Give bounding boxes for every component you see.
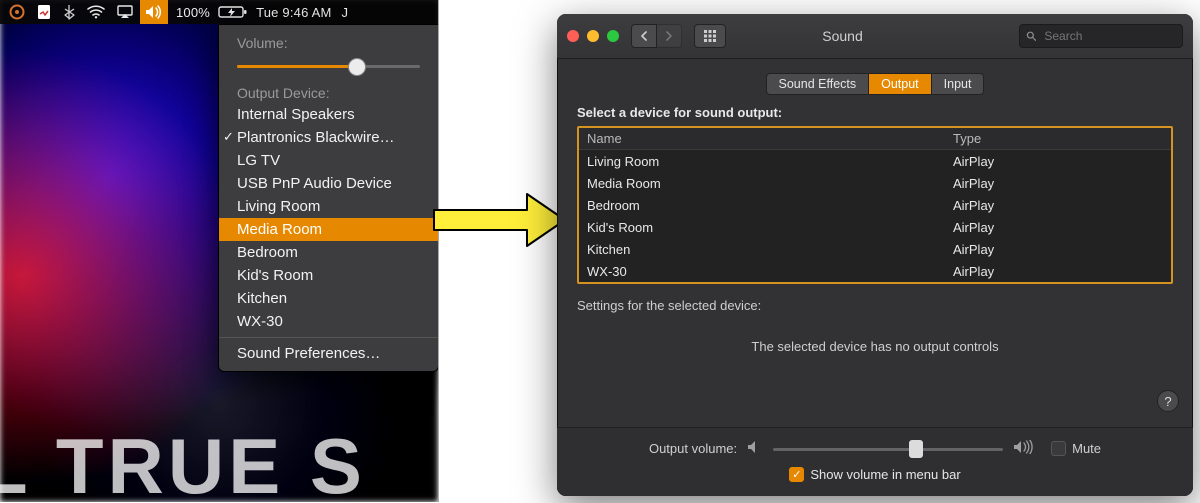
select-device-label: Select a device for sound output: — [577, 105, 1173, 120]
prefs-tabs: Sound EffectsOutputInput — [557, 73, 1193, 95]
device-type-cell: AirPlay — [945, 260, 1171, 282]
menu-device-item[interactable]: LG TV — [219, 149, 438, 172]
device-type-cell: AirPlay — [945, 172, 1171, 194]
menu-device-item[interactable]: Bedroom — [219, 241, 438, 264]
battery-percent[interactable]: 100% — [170, 5, 216, 20]
table-row[interactable]: Media RoomAirPlay — [579, 172, 1171, 194]
settings-for-device-label: Settings for the selected device: — [577, 298, 1173, 313]
bluetooth-icon[interactable] — [58, 0, 80, 24]
volume-high-icon — [1013, 440, 1033, 457]
window-titlebar: Sound — [557, 14, 1193, 59]
menubar: 100% Tue 9:46 AM J — [0, 0, 438, 24]
device-type-cell: AirPlay — [945, 238, 1171, 260]
wifi-icon[interactable] — [82, 0, 110, 24]
device-name-cell: Bedroom — [579, 194, 945, 216]
menu-device-item[interactable]: WX-30 — [219, 310, 438, 333]
output-volume-label: Output volume: — [649, 441, 737, 456]
device-name-cell: WX-30 — [579, 260, 945, 282]
window-zoom-button[interactable] — [607, 30, 619, 42]
search-icon — [1026, 30, 1036, 42]
volume-label: Volume: — [219, 33, 438, 53]
table-row[interactable]: Living RoomAirPlay — [579, 150, 1171, 172]
table-row[interactable]: KitchenAirPlay — [579, 238, 1171, 260]
menu-device-item[interactable]: Living Room — [219, 195, 438, 218]
menu-device-item[interactable]: Plantronics Blackwire… — [219, 126, 438, 149]
table-row[interactable]: WX-30AirPlay — [579, 260, 1171, 282]
tab-input[interactable]: Input — [932, 73, 985, 95]
sound-prefs-window: Sound Sound EffectsOutputInput Select a … — [557, 14, 1193, 496]
nav-forward-button[interactable] — [657, 24, 682, 48]
volume-low-icon — [747, 440, 763, 457]
desktop-region: L TRUE S 100% Tue 9:46 AM J Volume: — [0, 0, 439, 502]
arrow-annotation — [432, 190, 567, 250]
sound-preferences-item[interactable]: Sound Preferences… — [219, 342, 438, 365]
output-device-label: Output Device: — [219, 83, 438, 103]
help-button[interactable]: ? — [1157, 390, 1179, 412]
output-volume-slider[interactable] — [773, 442, 1003, 456]
menu-volume-slider[interactable] — [237, 59, 420, 73]
toolbar-search[interactable] — [1019, 24, 1183, 48]
device-type-cell: AirPlay — [945, 150, 1171, 172]
menu-device-item[interactable]: Kid's Room — [219, 264, 438, 287]
menubar-clock[interactable]: Tue 9:46 AM — [250, 5, 337, 20]
menu-device-item[interactable]: Kitchen — [219, 287, 438, 310]
window-title: Sound — [678, 28, 1007, 44]
wallpaper-text: L TRUE S — [0, 421, 366, 502]
device-name-cell: Kid's Room — [579, 216, 945, 238]
device-type-cell: AirPlay — [945, 194, 1171, 216]
device-name-cell: Media Room — [579, 172, 945, 194]
device-name-cell: Living Room — [579, 150, 945, 172]
volume-menu: Volume: Output Device: Internal Speakers… — [218, 24, 439, 372]
device-type-cell: AirPlay — [945, 216, 1171, 238]
tab-output[interactable]: Output — [869, 73, 932, 95]
tab-sound-effects[interactable]: Sound Effects — [766, 73, 870, 95]
menu-device-item[interactable]: Media Room — [219, 218, 438, 241]
menu-device-item[interactable]: Internal Speakers — [219, 103, 438, 126]
show-volume-menubar-label: Show volume in menu bar — [810, 467, 960, 482]
airplay-icon[interactable] — [112, 0, 138, 24]
column-name-header[interactable]: Name — [579, 128, 945, 149]
output-device-table: Name Type Living RoomAirPlayMedia RoomAi… — [577, 126, 1173, 284]
battery-charging-icon[interactable] — [218, 0, 248, 24]
prefs-footer: Output volume: Mute ✓ Show volume in men… — [557, 427, 1193, 496]
column-type-header[interactable]: Type — [945, 128, 1171, 149]
show-volume-menubar-checkbox[interactable]: ✓ Show volume in menu bar — [789, 467, 960, 482]
search-input[interactable] — [1042, 28, 1176, 44]
menubar-user-initial[interactable]: J — [340, 5, 355, 20]
menu-separator — [219, 337, 438, 338]
table-row[interactable]: BedroomAirPlay — [579, 194, 1171, 216]
nav-back-button[interactable] — [631, 24, 657, 48]
mute-label: Mute — [1072, 441, 1101, 456]
volume-menubar-icon[interactable] — [140, 0, 168, 24]
table-row[interactable]: Kid's RoomAirPlay — [579, 216, 1171, 238]
window-minimize-button[interactable] — [587, 30, 599, 42]
window-close-button[interactable] — [567, 30, 579, 42]
no-output-controls-text: The selected device has no output contro… — [577, 339, 1173, 354]
mute-checkbox[interactable]: Mute — [1051, 441, 1101, 456]
menubar-app-icon[interactable] — [4, 0, 30, 24]
menu-device-item[interactable]: USB PnP Audio Device — [219, 172, 438, 195]
device-name-cell: Kitchen — [579, 238, 945, 260]
menubar-doc-icon[interactable] — [32, 0, 56, 24]
